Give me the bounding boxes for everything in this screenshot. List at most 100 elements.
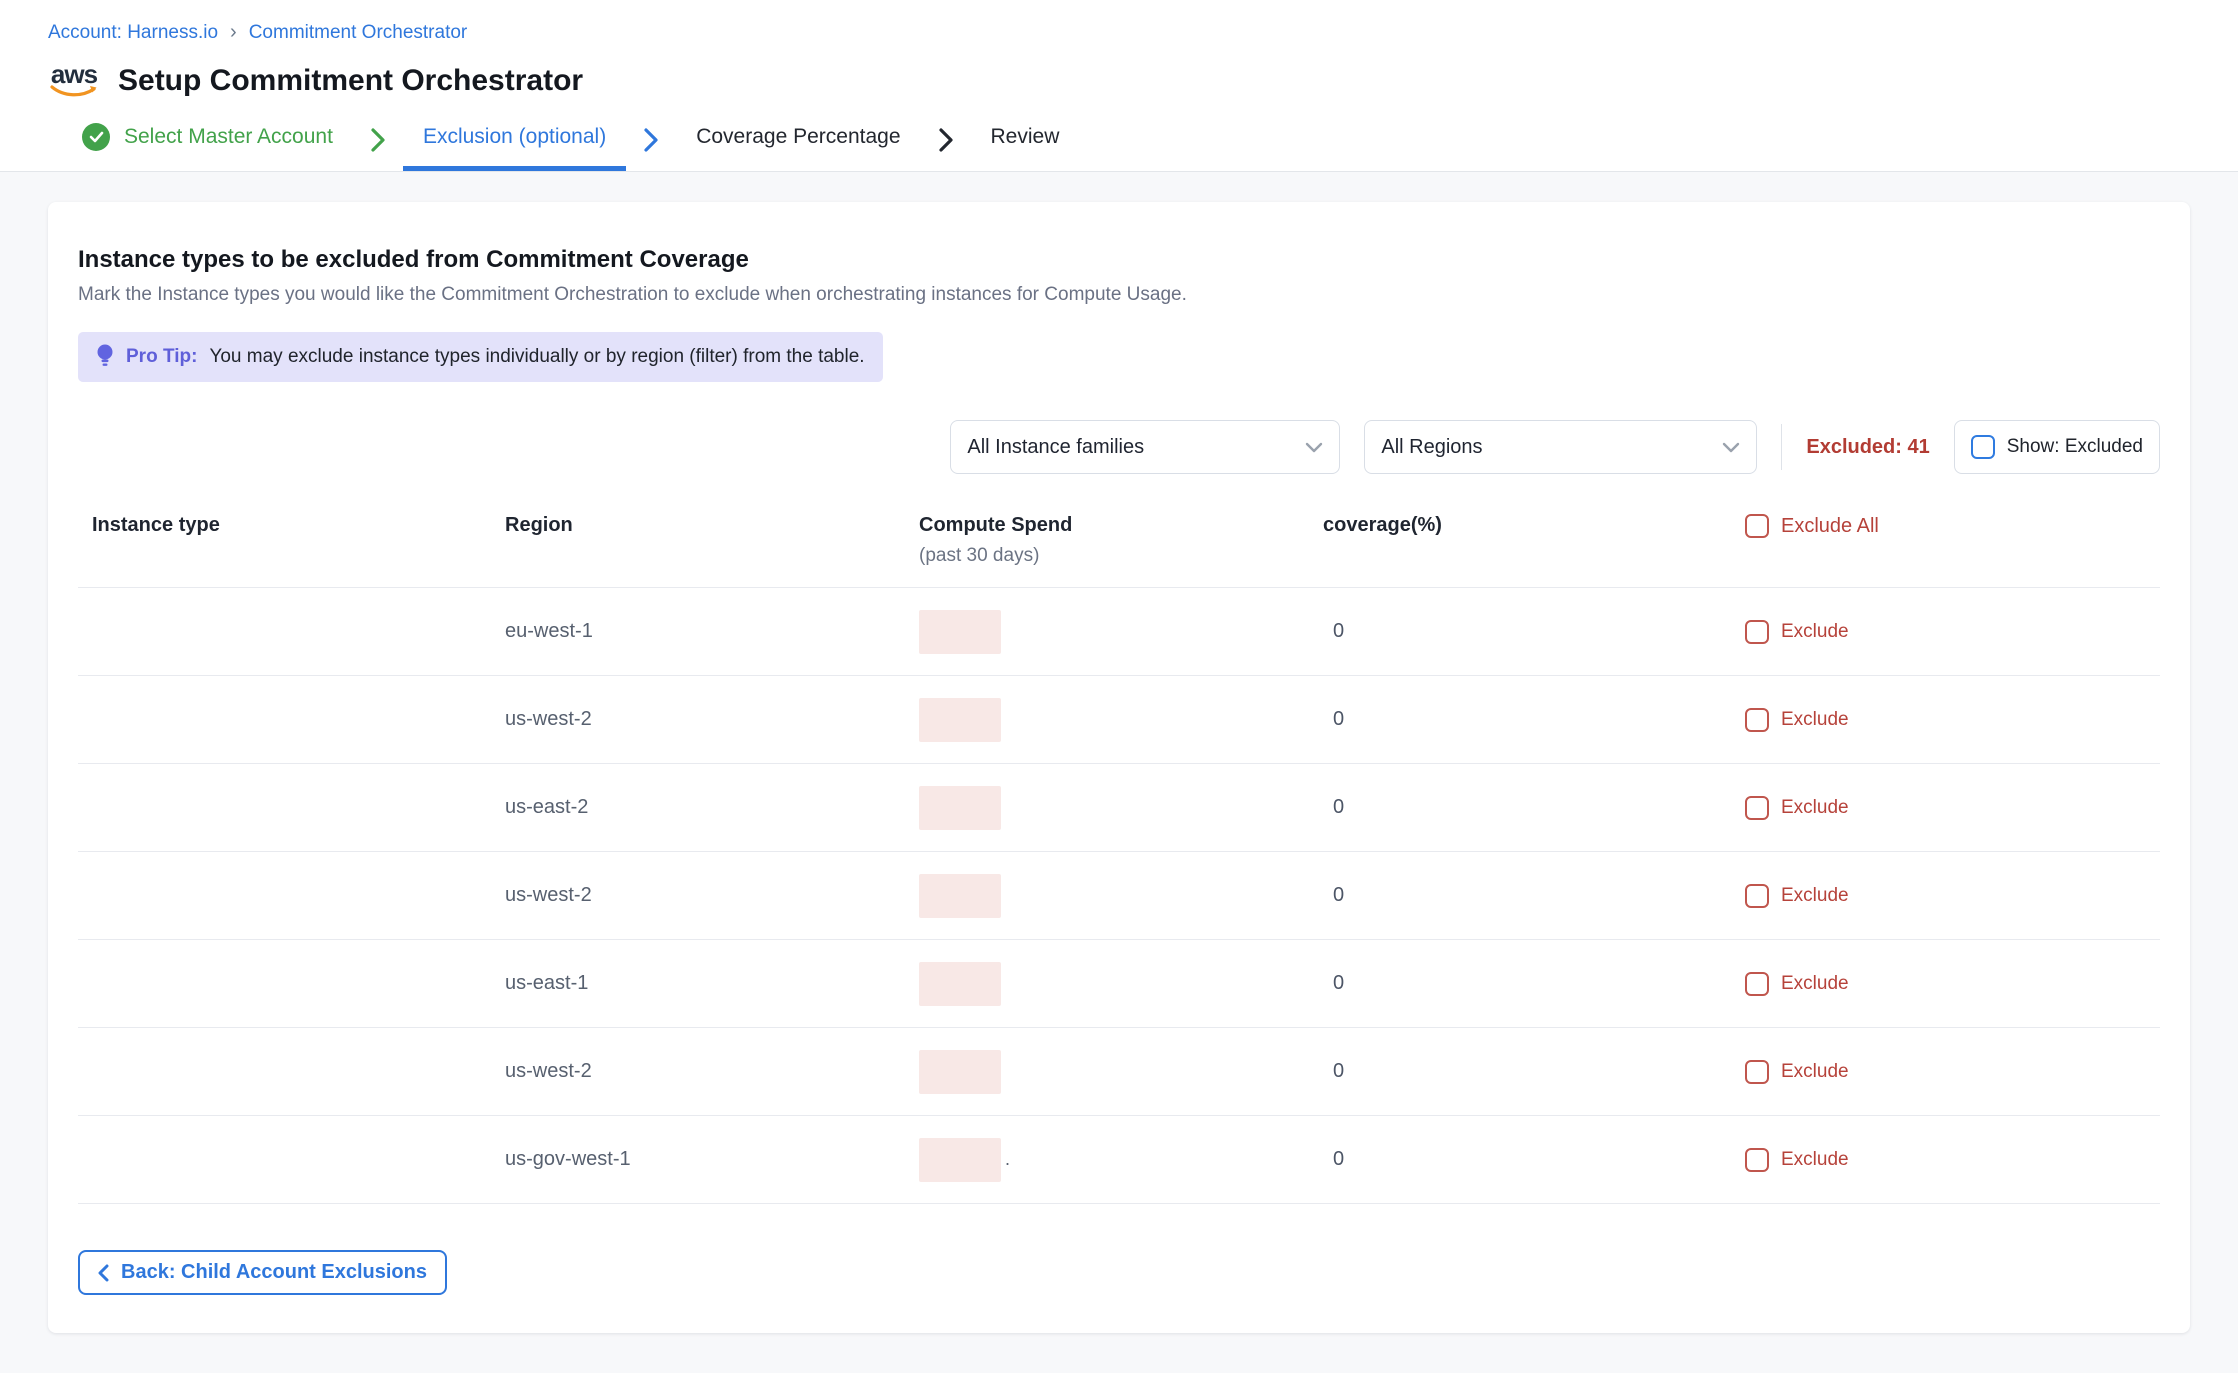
- exclude-control[interactable]: Exclude: [1745, 708, 2160, 732]
- exclude-label: Exclude: [1781, 885, 1849, 907]
- regions-dropdown-value: All Regions: [1381, 436, 1482, 459]
- back-button-label: Back: Child Account Exclusions: [121, 1261, 427, 1284]
- exclude-label: Exclude: [1781, 1061, 1849, 1083]
- column-header-region: Region: [505, 514, 919, 537]
- check-circle-icon: [82, 123, 110, 151]
- show-excluded-checkbox[interactable]: [1971, 435, 1995, 459]
- table-row: us-east-1 0 Exclude: [78, 940, 2160, 1028]
- exclude-checkbox[interactable]: [1745, 972, 1769, 996]
- redacted-compute-spend: [919, 962, 1001, 1006]
- column-header-instance-type: Instance type: [78, 514, 505, 537]
- table-header-row: Instance type Region Compute Spend (past…: [78, 514, 2160, 588]
- redacted-compute-spend: [919, 874, 1001, 918]
- table-row: us-west-2 0 Exclude: [78, 852, 2160, 940]
- excluded-count: Excluded: 41: [1806, 436, 1929, 459]
- redacted-compute-spend: [919, 786, 1001, 830]
- exclude-checkbox[interactable]: [1745, 884, 1769, 908]
- regions-dropdown[interactable]: All Regions: [1364, 420, 1757, 474]
- lightbulb-icon: [96, 344, 114, 370]
- exclude-all-label: Exclude All: [1781, 515, 1879, 538]
- coverage-cell: 0: [1323, 620, 1745, 643]
- filters-divider: [1781, 424, 1782, 470]
- pro-tip-label: Pro Tip:: [126, 346, 197, 368]
- redacted-compute-spend: [919, 1138, 1001, 1182]
- region-cell: us-gov-west-1: [505, 1148, 919, 1171]
- exclude-all-checkbox[interactable]: [1745, 514, 1769, 538]
- breadcrumb-commitment-orchestrator-link[interactable]: Commitment Orchestrator: [249, 22, 468, 44]
- exclude-checkbox[interactable]: [1745, 1060, 1769, 1084]
- table-row: eu-west-1 0 Exclude: [78, 588, 2160, 676]
- exclude-control[interactable]: Exclude: [1745, 796, 2160, 820]
- breadcrumb-separator-icon: ›: [230, 22, 237, 42]
- region-cell: us-west-2: [505, 708, 919, 731]
- card-subheading: Mark the Instance types you would like t…: [78, 284, 2160, 306]
- step-label: Review: [991, 125, 1060, 149]
- table-row: us-west-2 0 Exclude: [78, 1028, 2160, 1116]
- spend-suffix: .: [1005, 1149, 1010, 1170]
- column-header-coverage: coverage(%): [1323, 514, 1745, 537]
- exclude-control[interactable]: Exclude: [1745, 1060, 2160, 1084]
- coverage-cell: 0: [1323, 1060, 1745, 1083]
- region-cell: us-west-2: [505, 1060, 919, 1083]
- step-coverage-percentage[interactable]: Coverage Percentage: [676, 108, 920, 171]
- chevron-down-icon: [1722, 442, 1740, 453]
- card-heading: Instance types to be excluded from Commi…: [78, 246, 2160, 274]
- table-row: us-gov-west-1 . 0 Exclude: [78, 1116, 2160, 1204]
- show-excluded-toggle[interactable]: Show: Excluded: [1954, 420, 2160, 474]
- coverage-cell: 0: [1323, 796, 1745, 819]
- exclude-control[interactable]: Exclude: [1745, 972, 2160, 996]
- wizard-stepper: Select Master Account Exclusion (optiona…: [0, 108, 2238, 172]
- region-cell: us-east-1: [505, 972, 919, 995]
- show-excluded-label: Show: Excluded: [2007, 436, 2143, 458]
- chevron-right-icon: [644, 108, 658, 171]
- exclude-control[interactable]: Exclude: [1745, 1148, 2160, 1172]
- instance-families-dropdown-value: All Instance families: [967, 436, 1144, 459]
- exclude-control[interactable]: Exclude: [1745, 620, 2160, 644]
- exclude-label: Exclude: [1781, 621, 1849, 643]
- exclude-control[interactable]: Exclude: [1745, 884, 2160, 908]
- step-label: Select Master Account: [124, 125, 333, 149]
- exclude-label: Exclude: [1781, 797, 1849, 819]
- breadcrumb-account-link[interactable]: Account: Harness.io: [48, 22, 218, 44]
- coverage-cell: 0: [1323, 1148, 1745, 1171]
- region-cell: us-west-2: [505, 884, 919, 907]
- column-header-compute-spend: Compute Spend (past 30 days): [919, 514, 1323, 567]
- coverage-cell: 0: [1323, 884, 1745, 907]
- filters-row: All Instance families All Regions Exclud…: [78, 420, 2160, 474]
- region-cell: eu-west-1: [505, 620, 919, 643]
- exclude-checkbox[interactable]: [1745, 620, 1769, 644]
- region-cell: us-east-2: [505, 796, 919, 819]
- exclusion-card: Instance types to be excluded from Commi…: [48, 202, 2190, 1333]
- exclude-checkbox[interactable]: [1745, 708, 1769, 732]
- step-label: Exclusion (optional): [423, 125, 606, 149]
- breadcrumb: Account: Harness.io › Commitment Orchest…: [48, 22, 2190, 44]
- chevron-right-icon: [939, 108, 953, 171]
- exclude-label: Exclude: [1781, 1149, 1849, 1171]
- step-label: Coverage Percentage: [696, 125, 900, 149]
- compute-spend-title: Compute Spend: [919, 514, 1323, 537]
- aws-logo: aws: [48, 63, 100, 99]
- aws-logo-text: aws: [51, 63, 97, 85]
- exclude-all-control[interactable]: Exclude All: [1745, 514, 2160, 538]
- exclude-checkbox[interactable]: [1745, 796, 1769, 820]
- page-header: Account: Harness.io › Commitment Orchest…: [0, 0, 2238, 108]
- chevron-down-icon: [1305, 442, 1323, 453]
- step-exclusion-optional[interactable]: Exclusion (optional): [403, 108, 626, 171]
- instance-families-dropdown[interactable]: All Instance families: [950, 420, 1340, 474]
- redacted-compute-spend: [919, 1050, 1001, 1094]
- step-select-master-account[interactable]: Select Master Account: [62, 108, 353, 171]
- redacted-compute-spend: [919, 698, 1001, 742]
- pro-tip-text: You may exclude instance types individua…: [209, 346, 864, 368]
- coverage-cell: 0: [1323, 972, 1745, 995]
- table-row: us-west-2 0 Exclude: [78, 676, 2160, 764]
- exclude-label: Exclude: [1781, 973, 1849, 995]
- pro-tip-banner: Pro Tip: You may exclude instance types …: [78, 332, 883, 382]
- compute-spend-subtitle: (past 30 days): [919, 545, 1323, 567]
- step-review[interactable]: Review: [971, 108, 1080, 171]
- title-row: aws Setup Commitment Orchestrator: [48, 54, 2190, 108]
- chevron-left-icon: [98, 1264, 109, 1282]
- redacted-compute-spend: [919, 610, 1001, 654]
- chevron-right-icon: [371, 108, 385, 171]
- exclude-checkbox[interactable]: [1745, 1148, 1769, 1172]
- back-child-account-exclusions-button[interactable]: Back: Child Account Exclusions: [78, 1250, 447, 1295]
